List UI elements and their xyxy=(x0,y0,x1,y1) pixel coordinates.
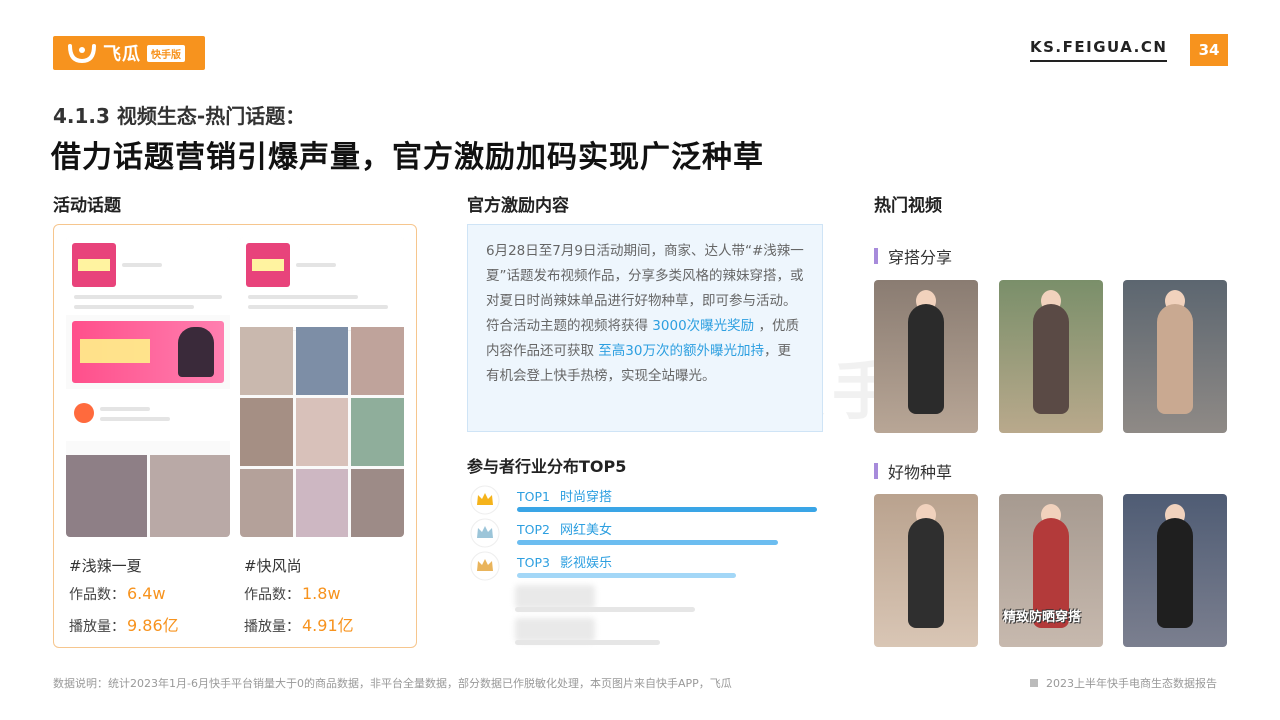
outfit-share-heading: 穿搭分享 xyxy=(874,244,952,268)
report-name: 2023上半年快手电商生态数据报告 xyxy=(1030,675,1217,691)
rank-number: TOP2 xyxy=(517,522,550,537)
topic-tag: #快风尚 xyxy=(244,557,302,575)
rank-industry: 影视娱乐 xyxy=(559,556,612,571)
rank-industry: 时尚穿搭 xyxy=(559,490,612,505)
hot-videos-heading: 热门视频 xyxy=(874,196,942,216)
section-title: 4.1.3 视频生态-热门话题： xyxy=(53,104,306,128)
crown-icon xyxy=(470,518,500,548)
top5-heading: 参与者行业分布TOP5 xyxy=(467,457,627,476)
video-thumbnail[interactable] xyxy=(1123,494,1227,647)
logo-name: 飞瓜 xyxy=(103,44,141,65)
rank-label: TOP3 影视娱乐 xyxy=(517,552,612,571)
topic-stats-2: #快风尚 作品数： 1.8w 播放量： 4.91亿 xyxy=(244,555,404,644)
crown-icon xyxy=(470,551,500,581)
topic-tag: #浅辣一夏 xyxy=(69,557,142,575)
incentives-box: 6月28日至7月9日活动期间，商家、达人带“#浅辣一夏”话题发布视频作品，分享多… xyxy=(467,224,823,432)
product-seeding-heading: 好物种草 xyxy=(874,459,952,483)
plays-value: 9.86亿 xyxy=(127,616,179,635)
video-thumbnail[interactable] xyxy=(874,494,978,647)
plays-label: 播放量： xyxy=(69,619,125,635)
page-title: 借力话题营销引爆声量，官方激励加码实现广泛种草 xyxy=(51,140,764,175)
rank-number: TOP3 xyxy=(517,555,550,570)
rank-bar xyxy=(517,540,778,545)
plays-label: 播放量： xyxy=(244,619,300,635)
works-value: 6.4w xyxy=(127,584,166,603)
report-name-text: 2023上半年快手电商生态数据报告 xyxy=(1046,677,1217,690)
works-value: 1.8w xyxy=(302,584,341,603)
incentive-highlight: 3000次曝光奖励 xyxy=(652,318,755,334)
topic-screenshot-2 xyxy=(240,237,404,537)
rank-row: TOP1 时尚穿搭 xyxy=(470,485,830,515)
video-thumbnail[interactable] xyxy=(1123,280,1227,433)
incentive-highlight: 至高30万次的额外曝光加持 xyxy=(598,343,764,359)
video-thumbnail[interactable] xyxy=(999,280,1103,433)
rank-label: TOP2 网红美女 xyxy=(517,519,612,538)
rank-row: TOP3 影视娱乐 xyxy=(470,551,830,581)
rank-label: TOP1 时尚穿搭 xyxy=(517,486,612,505)
incentive-paragraph-1: 6月28日至7月9日活动期间，商家、达人带“#浅辣一夏”话题发布视频作品，分享多… xyxy=(486,243,804,309)
plays-value: 4.91亿 xyxy=(302,616,354,635)
rank-bar xyxy=(517,507,817,512)
rank-bar xyxy=(517,573,736,578)
product-seeding-label: 好物种草 xyxy=(888,463,953,482)
topic-screenshot-1 xyxy=(66,237,230,537)
works-label: 作品数： xyxy=(244,587,300,603)
video-caption: 精致防晒穿搭 xyxy=(1003,610,1082,625)
outfit-share-label: 穿搭分享 xyxy=(888,248,953,267)
incentives-heading: 官方激励内容 xyxy=(467,196,569,216)
topics-heading: 活动话题 xyxy=(53,196,121,216)
page-number: 34 xyxy=(1190,34,1228,66)
topic-stats-1: #浅辣一夏 作品数： 6.4w 播放量： 9.86亿 xyxy=(69,555,229,644)
crown-icon xyxy=(470,485,500,515)
data-footnote: 数据说明：统计2023年1月-6月快手平台销量大于0的商品数据，非平台全量数据，… xyxy=(53,677,732,690)
video-thumbnail[interactable]: 精致防晒穿搭 xyxy=(999,494,1103,647)
incentive-text: 符合活动主题的视频将获得 xyxy=(486,318,648,334)
video-thumbnail[interactable] xyxy=(874,280,978,433)
rank-row: TOP2 网红美女 xyxy=(470,518,830,548)
logo-tag: 快手版 xyxy=(147,44,185,62)
rank-industry: 网红美女 xyxy=(559,523,612,538)
topics-panel: #浅辣一夏 作品数： 6.4w 播放量： 9.86亿 #快风尚 作品数： 1.8w 播… xyxy=(53,224,417,648)
rank-number: TOP1 xyxy=(517,489,550,504)
logo-smile-icon xyxy=(67,42,97,64)
works-label: 作品数： xyxy=(69,587,125,603)
site-url[interactable]: KS.FEIGUA.CN xyxy=(1030,38,1168,62)
brand-logo: 飞瓜 快手版 xyxy=(53,36,205,70)
incentive-paragraph-2: 符合活动主题的视频将获得 3000次曝光奖励 ，优质内容作品还可获取 至高30万… xyxy=(486,314,804,389)
